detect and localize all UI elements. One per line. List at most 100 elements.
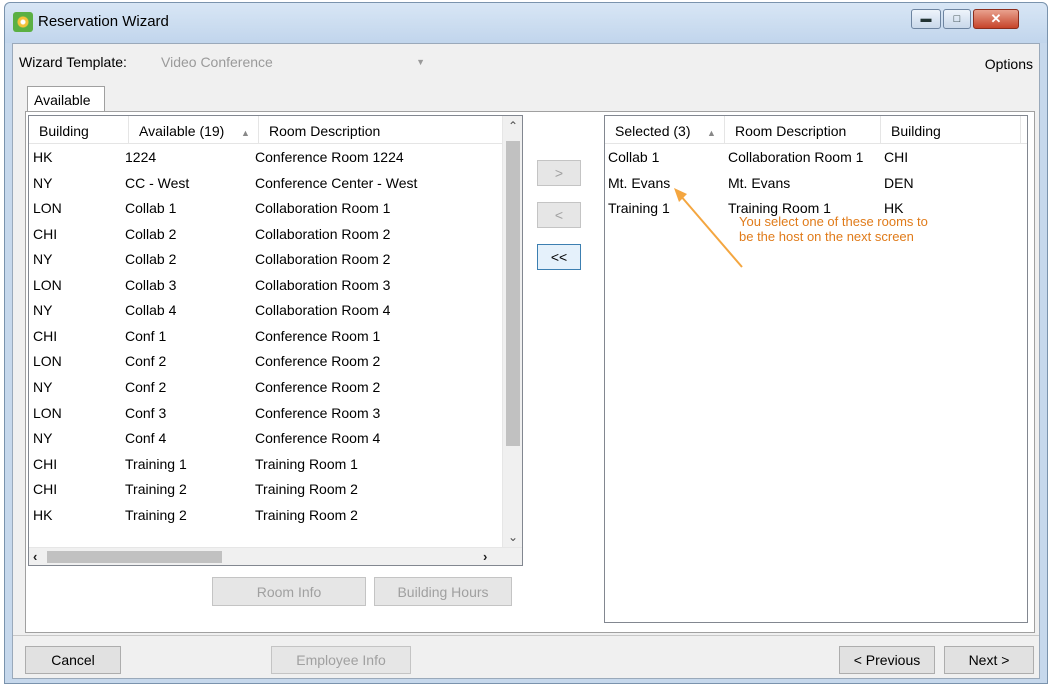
horizontal-scroll-thumb[interactable] [47, 551, 222, 563]
maximize-icon: □ [953, 13, 961, 25]
table-cell: Training Room 2 [255, 506, 358, 523]
table-row[interactable]: HK 1224 Conference Room 1224 [29, 145, 522, 171]
available-rooms-grid[interactable]: Building Available (19) ▲ Room Descriptio… [28, 115, 523, 566]
close-icon: ✕ [990, 11, 1002, 26]
table-row[interactable]: Mt. Evans Mt. Evans DEN [605, 171, 1027, 197]
table-cell: Mt. Evans [608, 174, 671, 191]
tab-available[interactable]: Available [27, 86, 105, 112]
col-header-available[interactable]: Available (19) ▲ [129, 116, 259, 144]
table-cell: CHI [33, 455, 58, 472]
table-cell: Training Room 2 [255, 481, 358, 498]
col-header-room-description[interactable]: Room Description [259, 116, 504, 144]
table-cell: CC - West [125, 174, 190, 191]
table-cell: CHI [884, 149, 909, 165]
employee-info-button[interactable]: Employee Info [271, 646, 411, 674]
table-row[interactable]: NY CC - West Conference Center - West [29, 171, 522, 197]
next-button[interactable]: Next > [944, 646, 1034, 674]
table-row[interactable]: LON Conf 2 Conference Room 2 [29, 349, 522, 375]
table-cell: LON [33, 276, 62, 293]
title-bar: Reservation Wizard ▬ □ ✕ [5, 3, 1047, 43]
col-header-selected[interactable]: Selected (3) ▲ [605, 116, 725, 144]
annotation-callout: You select one of these rooms to be the … [739, 214, 928, 244]
table-cell: Collab 1 [608, 149, 660, 165]
table-cell: HK [33, 149, 53, 165]
table-cell: NY [33, 430, 53, 447]
app-icon [13, 12, 33, 32]
maximize-button[interactable]: □ [943, 9, 971, 29]
table-row[interactable]: CHI Training 2 Training Room 2 [29, 477, 522, 503]
table-cell: Conf 2 [125, 378, 167, 395]
table-cell: Conference Room 1 [255, 327, 381, 344]
table-cell: Collab 2 [125, 225, 177, 242]
scroll-right-icon[interactable]: › [483, 549, 487, 564]
chevron-down-icon: ▼ [416, 57, 425, 67]
table-cell: Conference Room 4 [255, 430, 381, 447]
table-cell: CHI [33, 225, 58, 242]
table-cell: Conference Room 2 [255, 353, 381, 370]
minimize-button[interactable]: ▬ [911, 9, 941, 29]
table-row[interactable]: NY Conf 2 Conference Room 2 [29, 375, 522, 401]
room-info-button[interactable]: Room Info [212, 577, 366, 606]
table-row[interactable]: Collab 1 Collaboration Room 1 CHI [605, 145, 1027, 171]
table-row[interactable]: LON Conf 3 Conference Room 3 [29, 401, 522, 427]
col-header-building-selected[interactable]: Building [881, 116, 1021, 144]
reservation-wizard-window: Reservation Wizard ▬ □ ✕ Wizard Template… [4, 2, 1048, 684]
table-cell: Conference Center - West [255, 174, 418, 191]
table-row[interactable]: CHI Conf 1 Conference Room 1 [29, 324, 522, 350]
table-cell: 1224 [125, 149, 157, 165]
scroll-down-icon[interactable]: ⌄ [508, 530, 518, 544]
table-cell: NY [33, 302, 53, 319]
table-row[interactable]: NY Collab 2 Collaboration Room 2 [29, 247, 522, 273]
add-selected-button[interactable]: > [537, 160, 581, 186]
scroll-up-icon[interactable]: ⌃ [508, 119, 518, 133]
remove-selected-button[interactable]: < [537, 202, 581, 228]
table-cell: CHI [33, 481, 58, 498]
table-cell: HK [33, 506, 53, 523]
col-header-room-description-selected[interactable]: Room Description [725, 116, 881, 144]
scroll-left-icon[interactable]: ‹ [33, 549, 37, 564]
table-cell: Training 2 [125, 506, 187, 523]
table-row[interactable]: NY Conf 4 Conference Room 4 [29, 426, 522, 452]
col-header-building[interactable]: Building [29, 116, 129, 144]
selected-rooms-grid[interactable]: Selected (3) ▲ Room Description Building … [604, 115, 1028, 623]
wizard-template-combo[interactable]: Video Conference ▼ [157, 52, 427, 74]
table-cell: Collaboration Room 2 [255, 225, 391, 242]
vertical-scroll-thumb[interactable] [506, 141, 520, 446]
table-cell: NY [33, 174, 53, 191]
table-cell: Collab 3 [125, 276, 177, 293]
table-row[interactable]: CHI Training 1 Training Room 1 [29, 452, 522, 478]
close-button[interactable]: ✕ [973, 9, 1019, 29]
sort-ascending-icon: ▲ [707, 128, 716, 138]
table-cell: Collab 4 [125, 302, 177, 319]
available-grid-header: Building Available (19) ▲ Room Descriptio… [29, 116, 522, 144]
table-row[interactable]: LON Collab 3 Collaboration Room 3 [29, 273, 522, 299]
available-vertical-scrollbar[interactable]: ⌃ ⌄ [502, 116, 522, 547]
wizard-template-value: Video Conference [161, 54, 273, 70]
selected-grid-header: Selected (3) ▲ Room Description Building [605, 116, 1027, 144]
table-cell: Training Room 1 [255, 455, 358, 472]
wizard-client-area: Wizard Template: Video Conference ▼ Opti… [12, 43, 1040, 679]
table-cell: LON [33, 404, 62, 421]
table-row[interactable]: NY Collab 4 Collaboration Room 4 [29, 298, 522, 324]
footer-divider [13, 635, 1039, 636]
table-cell: Conf 2 [125, 353, 167, 370]
table-cell: Collaboration Room 4 [255, 302, 391, 319]
options-menu[interactable]: Options [985, 56, 1033, 72]
table-cell: Conference Room 2 [255, 378, 381, 395]
minimize-icon: ▬ [920, 13, 932, 25]
table-row[interactable]: CHI Collab 2 Collaboration Room 2 [29, 222, 522, 248]
previous-button[interactable]: < Previous [839, 646, 935, 674]
available-horizontal-scrollbar[interactable]: ‹ › [29, 547, 522, 565]
table-cell: NY [33, 378, 53, 395]
remove-all-button[interactable]: << [537, 244, 581, 270]
building-hours-button[interactable]: Building Hours [374, 577, 512, 606]
window-title: Reservation Wizard [38, 13, 169, 30]
cancel-button[interactable]: Cancel [25, 646, 121, 674]
table-cell: DEN [884, 174, 914, 191]
table-cell: CHI [33, 327, 58, 344]
table-row[interactable]: LON Collab 1 Collaboration Room 1 [29, 196, 522, 222]
table-cell: Training 1 [125, 455, 187, 472]
table-row[interactable]: HK Training 2 Training Room 2 [29, 503, 522, 529]
table-cell: NY [33, 251, 53, 268]
table-cell: Collaboration Room 1 [255, 200, 391, 217]
